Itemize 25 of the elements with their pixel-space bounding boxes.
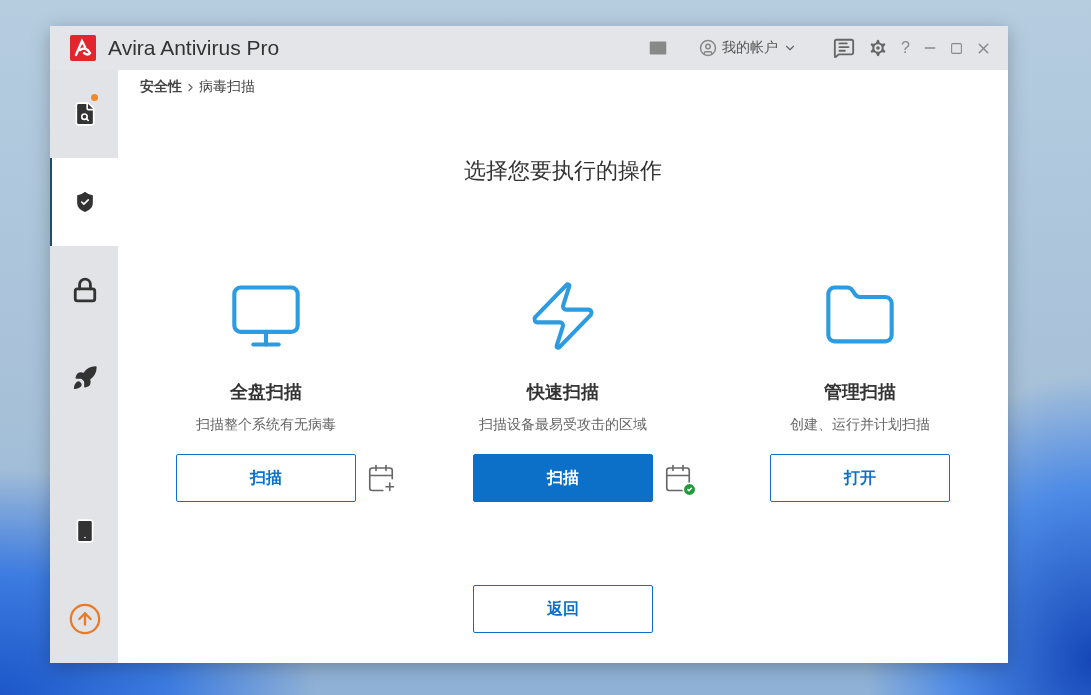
scan-button[interactable]: 扫描	[473, 454, 653, 502]
logo-icon	[70, 35, 96, 61]
scan-description: 扫描整个系统有无病毒	[196, 416, 337, 434]
scan-title: 快速扫描	[527, 380, 599, 404]
padlock-icon	[72, 277, 98, 303]
window-title: Avira Antivirus Pro	[108, 36, 281, 60]
back-button[interactable]: 返回	[473, 585, 653, 633]
breadcrumb-current: 病毒扫描	[199, 78, 255, 96]
account-menu[interactable]: 我的帐户	[699, 39, 798, 57]
scan-button[interactable]: 扫描	[176, 454, 357, 502]
scan-description: 创建、运行并计划扫描	[789, 416, 930, 434]
sidebar-item[interactable]	[50, 158, 118, 246]
scan-description: 扫描设备最易受攻击的区域	[479, 416, 647, 434]
rocket-icon	[72, 365, 98, 391]
help-button[interactable]: ?	[901, 39, 910, 57]
calendar-plus-icon[interactable]	[366, 463, 397, 493]
upgrade-icon	[68, 602, 102, 636]
feedback-icon[interactable]	[833, 37, 856, 59]
maximize-icon[interactable]	[950, 41, 963, 55]
scan-title: 全盘扫描	[230, 380, 303, 404]
scan-button[interactable]: 打开	[769, 454, 950, 502]
page-heading: 选择您要执行的操作	[464, 157, 662, 185]
breadcrumb-link[interactable]: 安全性	[140, 78, 182, 96]
scan-title: 管理扫描	[823, 380, 896, 404]
user-icon	[699, 39, 718, 57]
